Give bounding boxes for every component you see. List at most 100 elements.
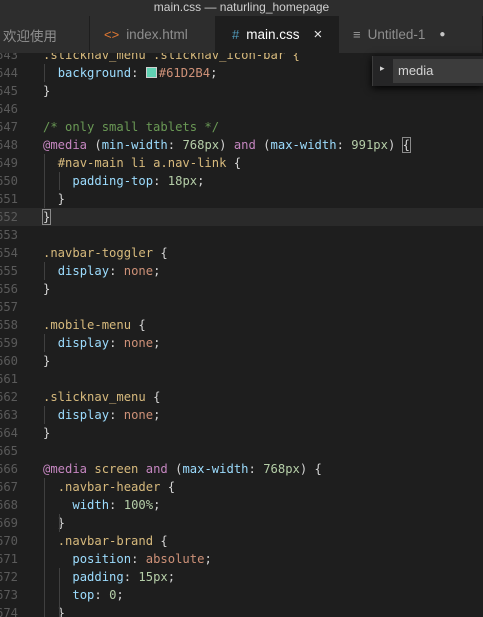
code-token: :	[131, 66, 146, 80]
code-line[interactable]: 646	[0, 100, 483, 118]
code-token: 991px	[351, 138, 388, 152]
code-token: min-width	[101, 138, 168, 152]
code-line[interactable]: 661	[0, 370, 483, 388]
code-line[interactable]: 654 .navbar-toggler {	[0, 244, 483, 262]
code-line[interactable]: 647 /* only small tablets */	[0, 118, 483, 136]
code-token: ;	[153, 264, 161, 278]
find-input[interactable]: media	[393, 59, 483, 83]
line-number: 668	[0, 498, 19, 512]
tab-untitled-1[interactable]: ≡ Untitled-1 ●	[339, 16, 483, 53]
code-line[interactable]: 652}	[0, 208, 483, 226]
matched-bracket: {	[401, 137, 412, 153]
line-code: .mobile-menu {	[43, 316, 146, 334]
code-token: {	[145, 390, 161, 404]
code-line[interactable]: 655 display: none;	[0, 262, 483, 280]
code-token: .navbar-brand	[57, 534, 154, 548]
line-number: 644	[0, 66, 19, 80]
unsaved-dot-icon[interactable]: ●	[439, 29, 445, 40]
code-line[interactable]: 651 }	[0, 190, 483, 208]
code-line[interactable]: 653	[0, 226, 483, 244]
code-token: :	[94, 588, 110, 602]
code-token: :	[123, 570, 139, 584]
code-token: ) {	[299, 462, 322, 476]
code-line[interactable]: 648@media (min-width: 768px) and (max-wi…	[0, 136, 483, 154]
code-line[interactable]: 664}	[0, 424, 483, 442]
code-token: display	[57, 408, 110, 422]
code-line[interactable]: 673 top: 0;	[0, 586, 483, 604]
code-token: top	[72, 588, 95, 602]
line-number: 660	[0, 354, 19, 368]
line-number: 662	[0, 390, 19, 404]
tab-label: main.css	[246, 27, 300, 42]
tab-welcome[interactable]: 欢迎使用	[0, 16, 90, 53]
line-number: 664	[0, 426, 19, 440]
line-number: 651	[0, 192, 19, 206]
code-line[interactable]: 665	[0, 442, 483, 460]
code-token: }	[43, 606, 66, 617]
code-line[interactable]: 666 @media screen and (max-width: 768px) …	[0, 460, 483, 478]
line-number: 674	[0, 606, 19, 617]
code-token: :	[131, 552, 146, 566]
code-token: none	[123, 336, 154, 350]
line-code: }	[43, 604, 65, 617]
code-line[interactable]: 668 width: 100%;	[0, 496, 483, 514]
tab-label: 欢迎使用	[3, 28, 57, 44]
line-number: 648	[0, 138, 19, 152]
code-line[interactable]: 656}	[0, 280, 483, 298]
code-line[interactable]: 649 #nav-main li a.nav-link {	[0, 154, 483, 172]
tab-main-css[interactable]: # main.css ×	[216, 16, 339, 53]
code-token: ;	[153, 336, 161, 350]
code-editor[interactable]: 643 .slicknav_menu .slicknav_icon-bar { 64…	[0, 53, 483, 617]
code-line[interactable]: 672 padding: 15px;	[0, 568, 483, 586]
code-token: ;	[204, 552, 212, 566]
code-line[interactable]: 674 }	[0, 604, 483, 617]
tab-bar: 欢迎使用 <> index.html # main.css × ≡ Untitl…	[0, 16, 483, 53]
tab-index-html[interactable]: <> index.html	[90, 16, 216, 53]
code-line[interactable]: 669 }	[0, 514, 483, 532]
code-token: (	[167, 462, 183, 476]
line-code: display: none;	[43, 262, 161, 280]
close-icon[interactable]: ×	[314, 26, 323, 43]
code-token: )	[387, 138, 403, 152]
line-code: #nav-main li a.nav-link {	[43, 154, 241, 172]
code-token: (	[87, 138, 102, 152]
indent-guide	[44, 406, 45, 424]
line-number: 643	[0, 53, 19, 62]
code-token: .navbar-toggler	[43, 246, 154, 260]
code-token: }	[43, 354, 51, 368]
code-line[interactable]: 671 position: absolute;	[0, 550, 483, 568]
code-token: position	[72, 552, 132, 566]
line-number: 663	[0, 408, 19, 422]
code-line[interactable]: 658 .mobile-menu {	[0, 316, 483, 334]
code-token: {	[160, 480, 176, 494]
code-token: .navbar-header	[57, 480, 161, 494]
code-token: /* only small tablets */	[43, 120, 220, 134]
code-line[interactable]: 670 .navbar-brand {	[0, 532, 483, 550]
code-token: )	[219, 138, 234, 152]
code-token: 768px	[182, 138, 220, 152]
code-token: (	[255, 138, 271, 152]
code-token: absolute	[145, 552, 205, 566]
code-line[interactable]: 650 padding-top: 18px;	[0, 172, 483, 190]
css-file-icon: #	[232, 27, 240, 42]
code-token: .slicknav_menu .slicknav_icon-bar {	[43, 53, 300, 62]
code-token: 15px	[138, 570, 168, 584]
code-token: ;	[116, 588, 124, 602]
chevron-right-icon[interactable]: ▸	[380, 63, 385, 74]
line-code: }	[43, 82, 50, 100]
code-line[interactable]: 660}	[0, 352, 483, 370]
code-token: none	[123, 408, 154, 422]
indent-guide	[44, 64, 45, 82]
code-token: and	[145, 462, 168, 476]
code-line[interactable]: 659 display: none;	[0, 334, 483, 352]
code-line[interactable]: 667 .navbar-header {	[0, 478, 483, 496]
code-token: screen	[94, 462, 139, 476]
code-line[interactable]: 662 .slicknav_menu {	[0, 388, 483, 406]
line-code: @media screen and (max-width: 768px) {	[43, 460, 322, 478]
code-line[interactable]: 657	[0, 298, 483, 316]
code-token: ;	[153, 498, 161, 512]
line-code: position: absolute;	[43, 550, 212, 568]
code-line[interactable]: 663 display: none;	[0, 406, 483, 424]
